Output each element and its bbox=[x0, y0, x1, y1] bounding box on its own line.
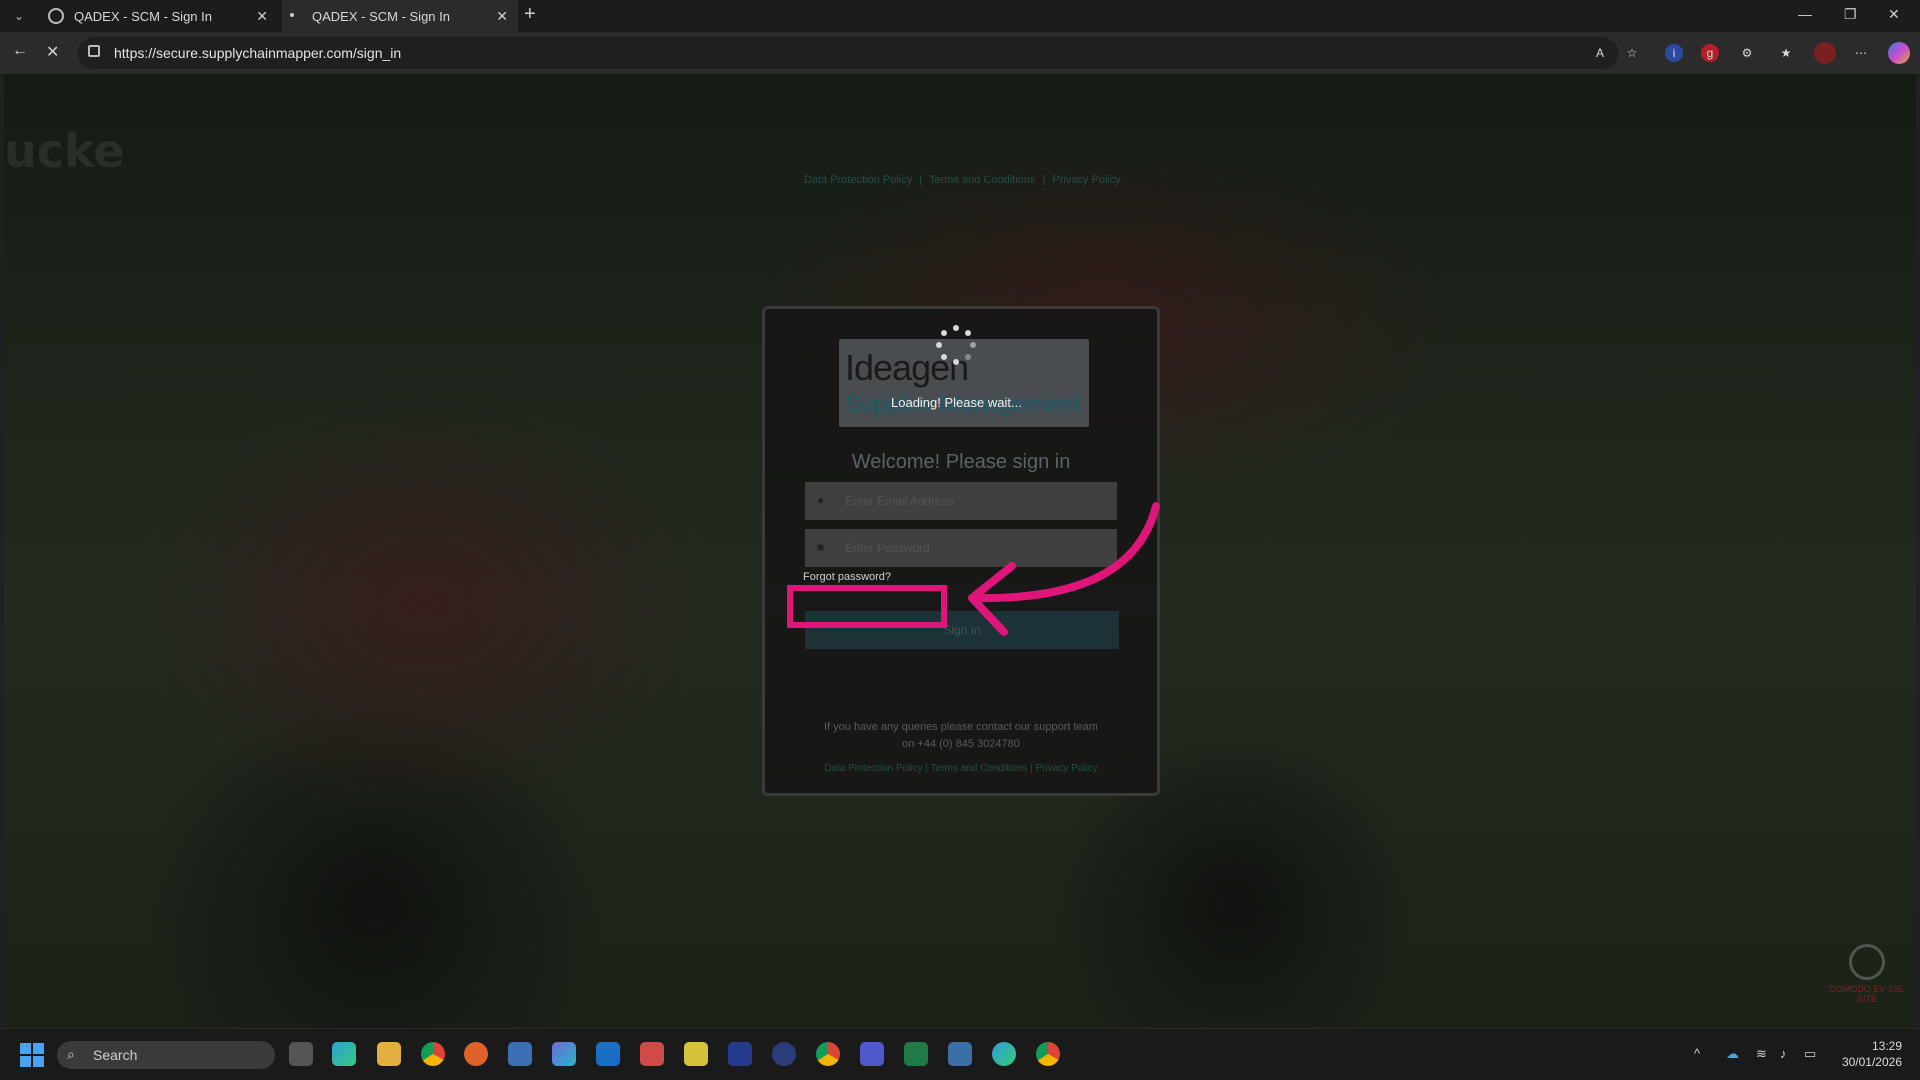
background-brand-text: ucke bbox=[4, 124, 125, 178]
password-manager-icon[interactable]: i bbox=[1665, 44, 1683, 62]
close-tab-icon[interactable]: ✕ bbox=[496, 8, 508, 25]
battery-icon[interactable]: ▭ bbox=[1804, 1046, 1816, 1062]
close-window-icon[interactable]: ✕ bbox=[1888, 6, 1900, 23]
onedrive-icon[interactable]: ☁ bbox=[1726, 1046, 1739, 1062]
search-label: Search bbox=[93, 1047, 138, 1063]
data-protection-link[interactable]: Data Protection Policy bbox=[804, 174, 912, 186]
profile-avatar[interactable] bbox=[1814, 42, 1836, 64]
teams-icon[interactable] bbox=[860, 1042, 884, 1066]
chrome-icon[interactable] bbox=[421, 1042, 445, 1066]
edge-profile-icon[interactable] bbox=[992, 1042, 1016, 1066]
lock-icon bbox=[88, 45, 100, 57]
store-icon[interactable] bbox=[508, 1042, 532, 1066]
show-hidden-icons-icon[interactable]: ^ bbox=[1694, 1046, 1700, 1061]
pen-app-icon[interactable] bbox=[464, 1042, 488, 1066]
lock-icon: ■ bbox=[817, 540, 825, 554]
windows-start-icon[interactable] bbox=[20, 1043, 44, 1067]
search-icon: ⌕ bbox=[67, 1046, 75, 1062]
sticky-notes-icon[interactable] bbox=[684, 1042, 708, 1066]
outlook-icon[interactable] bbox=[596, 1042, 620, 1066]
welcome-heading: Welcome! Please sign in bbox=[851, 451, 1071, 473]
site-favicon-icon bbox=[48, 8, 64, 24]
extensions-icon[interactable]: ⚙ bbox=[1738, 44, 1756, 62]
password-app-icon[interactable] bbox=[772, 1042, 796, 1066]
privacy-link[interactable]: Privacy Policy bbox=[1052, 174, 1120, 186]
more-options-icon[interactable]: ⋯ bbox=[1852, 44, 1870, 62]
minimize-icon[interactable]: — bbox=[1798, 6, 1812, 22]
back-icon[interactable]: ← bbox=[12, 42, 28, 60]
loading-spinner-icon bbox=[936, 325, 976, 365]
loading-dot-icon bbox=[290, 13, 294, 17]
taskbar-clock[interactable]: 13:29 30/01/2026 bbox=[1842, 1038, 1902, 1070]
volume-icon[interactable]: ♪ bbox=[1780, 1046, 1787, 1061]
app-icon[interactable] bbox=[640, 1042, 664, 1066]
excel-icon[interactable] bbox=[904, 1042, 928, 1066]
forgot-password-highlight-box bbox=[787, 585, 947, 628]
browser-tab-strip: ⌄ QADEX - SCM - Sign In ✕ QADEX - SCM - … bbox=[0, 0, 1920, 32]
support-text: If you have any queries please contact o… bbox=[824, 721, 1098, 750]
privacy-link[interactable]: Privacy Policy bbox=[1036, 763, 1098, 774]
taskbar-search[interactable]: ⌕ Search bbox=[57, 1041, 275, 1069]
top-policy-links: Data Protection Policy | Terms and Condi… bbox=[804, 174, 1121, 186]
clock-time: 13:29 bbox=[1871, 1039, 1902, 1053]
loading-text: Loading! Please wait... bbox=[891, 395, 1022, 410]
bottom-policy-links: Data Protection Policy | Terms and Condi… bbox=[824, 763, 1098, 774]
photos-icon[interactable] bbox=[948, 1042, 972, 1066]
windows-taskbar: ⌕ Search ^ ☁ ≋ ♪ ▭ 13:29 30/01/2026 bbox=[0, 1028, 1920, 1080]
clock-date: 30/01/2026 bbox=[1841, 1055, 1902, 1069]
stop-loading-icon[interactable]: ✕ bbox=[46, 42, 59, 62]
chrome-app-icon[interactable] bbox=[1036, 1042, 1060, 1066]
annotation-arrow-icon bbox=[968, 502, 1160, 636]
edge-icon[interactable] bbox=[332, 1042, 356, 1066]
task-view-icon[interactable] bbox=[289, 1042, 313, 1066]
extension-icon[interactable]: g bbox=[1701, 44, 1719, 62]
browser-tab-2[interactable]: QADEX - SCM - Sign In ✕ bbox=[282, 0, 518, 32]
m365-icon[interactable] bbox=[552, 1042, 576, 1066]
word-app-icon[interactable] bbox=[728, 1042, 752, 1066]
file-explorer-icon[interactable] bbox=[377, 1042, 401, 1066]
ssl-seal: COMODO EV SSL SITE bbox=[1822, 944, 1912, 1024]
tab-actions-menu-icon[interactable]: ⌄ bbox=[6, 5, 32, 27]
url-text: https://secure.supplychainmapper.com/sig… bbox=[114, 45, 402, 61]
wifi-icon[interactable]: ≋ bbox=[1756, 1046, 1767, 1062]
seal-badge-icon bbox=[1849, 944, 1885, 980]
read-aloud-icon[interactable]: A bbox=[1591, 44, 1609, 62]
copilot-icon[interactable] bbox=[1888, 42, 1910, 64]
address-bar[interactable]: https://secure.supplychainmapper.com/sig… bbox=[78, 37, 1618, 69]
terms-link[interactable]: Terms and Conditions bbox=[929, 174, 1035, 186]
restore-icon[interactable]: ❐ bbox=[1844, 6, 1857, 23]
tab-title: QADEX - SCM - Sign In bbox=[312, 8, 450, 24]
tab-title: QADEX - SCM - Sign In bbox=[74, 8, 212, 24]
forgot-password-link[interactable]: Forgot password? bbox=[803, 571, 891, 583]
terms-link[interactable]: Terms and Conditions bbox=[931, 763, 1028, 774]
favorite-star-icon[interactable]: ☆ bbox=[1623, 44, 1641, 62]
user-icon: ● bbox=[817, 493, 825, 507]
new-tab-icon[interactable]: + bbox=[524, 3, 536, 26]
chrome-profile-icon[interactable] bbox=[816, 1042, 840, 1066]
browser-toolbar: ← ✕ https://secure.supplychainmapper.com… bbox=[0, 32, 1920, 74]
data-protection-link[interactable]: Data Protection Policy bbox=[824, 763, 922, 774]
browser-tab-1[interactable]: QADEX - SCM - Sign In ✕ bbox=[44, 0, 278, 32]
close-tab-icon[interactable]: ✕ bbox=[256, 8, 268, 25]
favorites-icon[interactable]: ★ bbox=[1777, 44, 1795, 62]
